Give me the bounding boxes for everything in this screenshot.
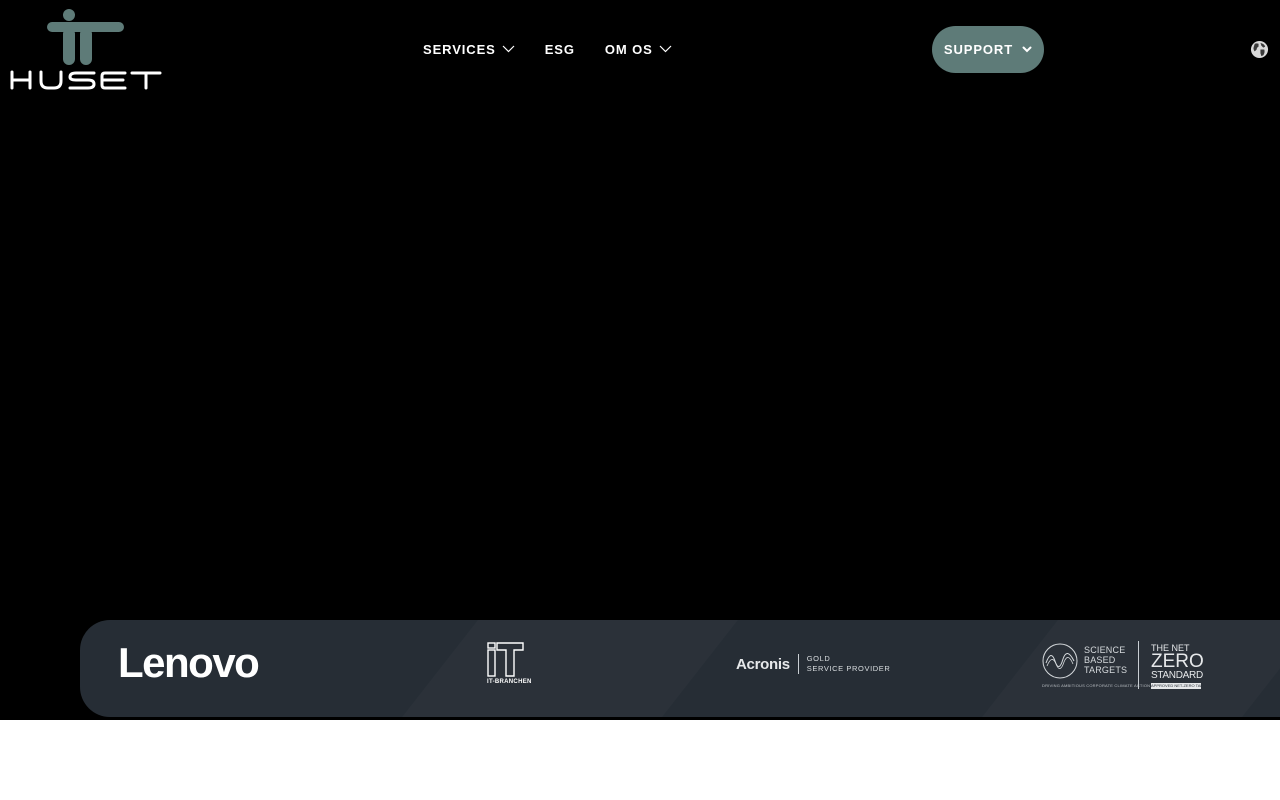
acronis-tagline-2: SERVICE PROVIDER [806,664,891,673]
acronis-tagline: GOLD SERVICE PROVIDER [807,654,891,674]
divider [1138,641,1139,689]
sbti-footline: DRIVING AMBITIOUS CORPORATE CLIMATE ACTI… [1042,683,1151,688]
nav-item-om-os-label: OM OS [604,41,653,57]
chevron-down-icon [1022,46,1032,53]
divider [797,654,799,674]
support-button-label: SUPPORT [943,42,1014,57]
nav-item-esg[interactable]: ESG [545,42,575,57]
acronis-name: Acronis [736,655,790,673]
it-branchen-label: IT-BRANCHEN [487,679,532,685]
main-nav: SERVICES ESG OM OS [423,38,672,60]
nav-item-om-os[interactable]: OM OS [605,42,672,57]
lenovo-logo[interactable]: Lenovo [118,642,260,684]
sbti-word-3: TARGETS [1084,665,1128,675]
support-button[interactable]: SUPPORT [932,26,1044,73]
ithuset-logo[interactable] [10,8,162,92]
partner-logos-strip: Lenovo IT-BRANCHEN Acronis GOLD SERVICE … [80,620,1280,717]
sbti-net-zero-logo[interactable]: SCIENCE BASED TARGETS DRIVING AMBITIOUS … [1042,641,1204,691]
sbti-wordmark: SCIENCE BASED TARGETS [1084,645,1127,675]
net-zero-standard: STANDARD [1151,670,1203,681]
nav-item-services[interactable]: SERVICES [423,42,515,57]
chevron-down-icon [502,45,515,53]
net-zero-badge: APPROVED NET-ZERO TARGETS [1151,683,1201,689]
sbti-wave-icon [1042,643,1078,679]
sbti-word-1: SCIENCE [1084,645,1126,655]
hero-section: SERVICES ESG OM OS SUPPORT Lenovo IT-BRA… [0,0,1280,720]
acronis-logo[interactable]: Acronis GOLD SERVICE PROVIDER [736,654,890,674]
sbti-word-2: BASED [1084,655,1116,665]
nav-item-esg-label: ESG [544,41,575,57]
net-zero-big: ZERO [1151,651,1204,672]
it-branchen-mark-icon [487,642,524,677]
acronis-tagline-1: GOLD [806,654,831,663]
it-branchen-logo[interactable]: IT-BRANCHEN [487,642,532,688]
chevron-down-icon [659,45,672,53]
nav-item-services-label: SERVICES [423,41,496,57]
net-zero-standard-mark: THE NET ZERO STANDARD APPROVED NET-ZERO … [1151,643,1204,689]
globe-icon[interactable] [1250,40,1269,59]
strip-decoration [402,620,738,717]
